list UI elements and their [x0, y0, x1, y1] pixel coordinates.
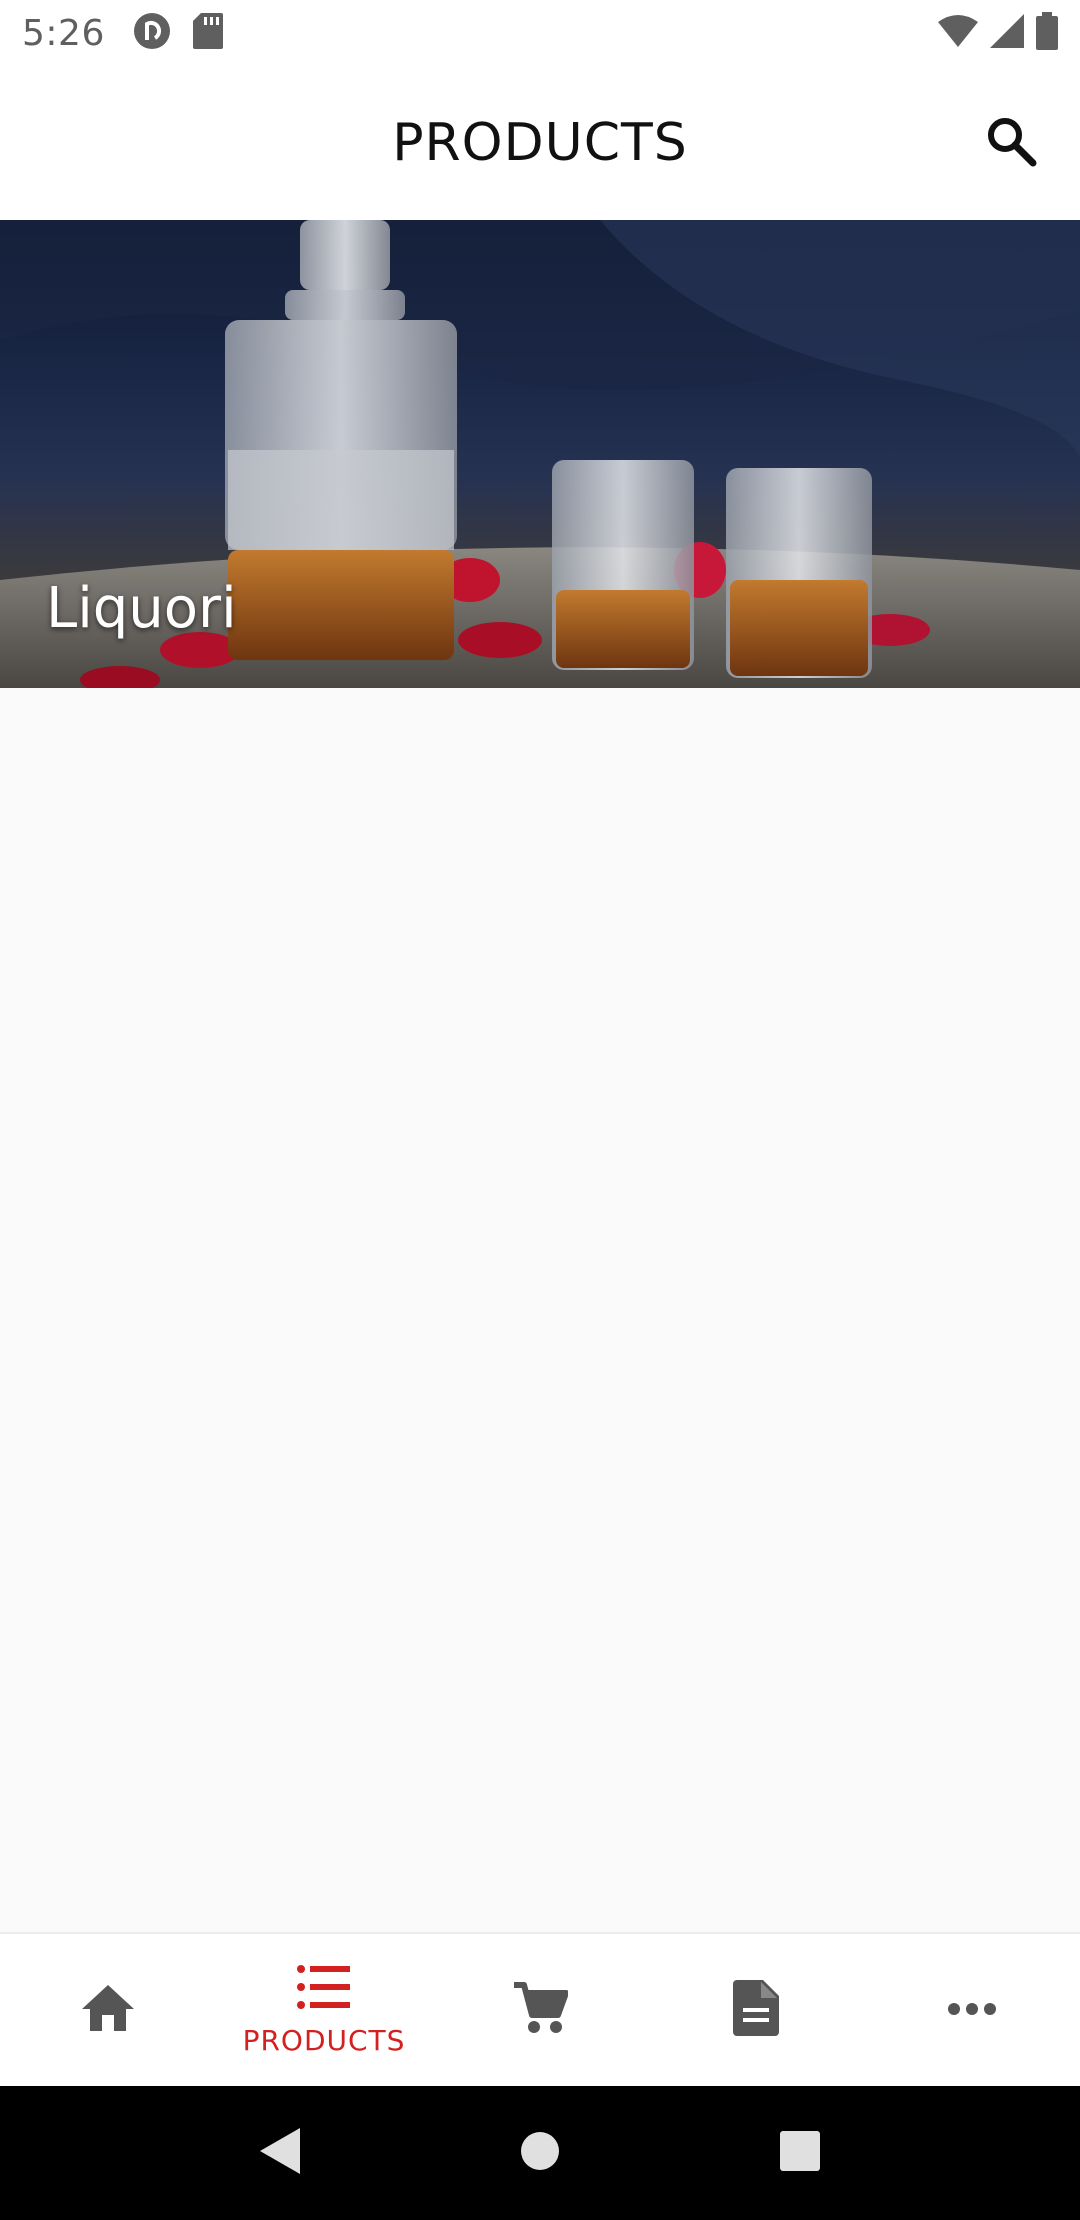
system-navigation-bar: [0, 2086, 1080, 2220]
page-title: PRODUCTS: [392, 113, 688, 173]
nav-cart[interactable]: [432, 1934, 648, 2086]
app-bar: PRODUCTS: [0, 66, 1080, 220]
more-icon: [947, 2001, 997, 2020]
category-label: Liquori: [46, 576, 237, 641]
recents-button[interactable]: [760, 2113, 840, 2193]
status-bar: 5:26: [0, 0, 1080, 66]
nav-products[interactable]: PRODUCTS: [216, 1934, 432, 2086]
home-icon: [80, 1983, 136, 2037]
search-icon: [985, 115, 1037, 171]
status-left-icons: [133, 12, 223, 54]
cart-icon: [512, 1981, 569, 2039]
content-area: [0, 688, 1080, 1932]
home-circle-icon: [520, 2131, 560, 2175]
cellular-signal-icon: [990, 14, 1024, 52]
nav-products-label: PRODUCTS: [242, 2023, 406, 2057]
nav-home[interactable]: [0, 1934, 216, 2086]
document-icon: [733, 1980, 779, 2040]
back-icon: [258, 2126, 302, 2180]
list-icon: [296, 1964, 352, 2014]
nav-more[interactable]: [864, 1934, 1080, 2086]
nav-orders[interactable]: [648, 1934, 864, 2086]
category-card-liquori[interactable]: Liquori: [0, 220, 1080, 688]
search-button[interactable]: [982, 114, 1040, 172]
status-time: 5:26: [22, 12, 105, 54]
home-system-button[interactable]: [500, 2113, 580, 2193]
recents-icon: [779, 2130, 821, 2176]
bottom-navigation: PRODUCTS: [0, 1932, 1080, 2086]
pocket-casts-icon: [133, 12, 171, 54]
status-right-icons: [938, 12, 1058, 54]
battery-icon: [1036, 12, 1058, 54]
back-button[interactable]: [240, 2113, 320, 2193]
sd-card-icon: [192, 13, 223, 53]
wifi-icon: [938, 14, 978, 52]
